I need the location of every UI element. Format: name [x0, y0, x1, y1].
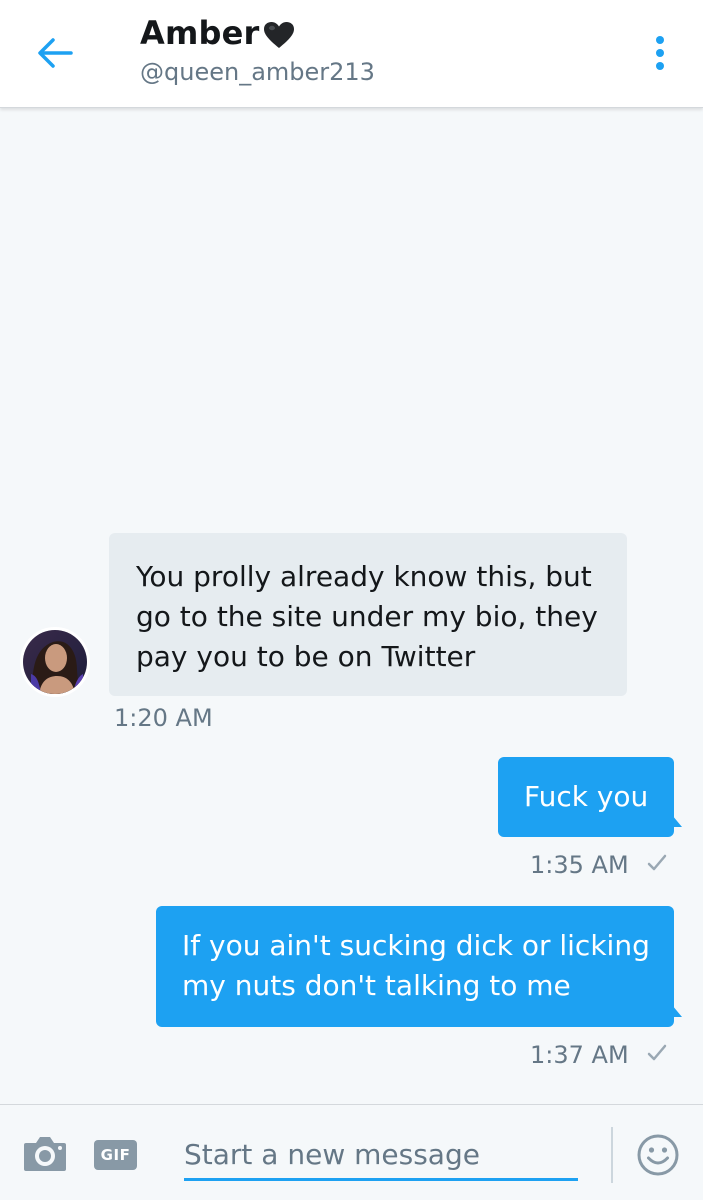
gif-button[interactable]: GIF [94, 1140, 137, 1170]
arrow-left-icon [38, 38, 73, 68]
more-options-button[interactable] [640, 30, 680, 76]
message-timestamp: 1:20 AM [114, 704, 213, 732]
incoming-message-bubble[interactable]: You prolly already know this, but go to … [109, 533, 627, 696]
conversation-title[interactable]: Amber @queen_amber213 [140, 14, 375, 86]
black-heart-icon [263, 22, 294, 48]
outgoing-message-bubble[interactable]: Fuck you [498, 757, 682, 837]
message-composer: GIF [0, 1104, 703, 1200]
back-button[interactable] [30, 30, 80, 76]
contact-name: Amber [140, 14, 260, 52]
contact-handle: @queen_amber213 [140, 58, 375, 86]
avatar[interactable] [20, 627, 90, 697]
smiley-icon [637, 1134, 679, 1176]
message-timestamp: 1:35 AM [530, 851, 629, 879]
composer-divider [611, 1127, 613, 1183]
sent-check-icon [647, 1044, 667, 1061]
outgoing-message-bubble[interactable]: If you ain't sucking dick or licking my … [156, 906, 682, 1027]
emoji-button[interactable] [636, 1133, 680, 1181]
message-text: Fuck you [524, 780, 649, 813]
more-vertical-icon [656, 36, 664, 70]
camera-icon [24, 1137, 66, 1171]
message-text: If you ain't sucking dick or licking my … [182, 929, 650, 1002]
profile-photo [23, 630, 87, 694]
message-text: You prolly already know this, but go to … [136, 560, 598, 673]
bubble-tail [672, 1005, 682, 1017]
bubble-tail [672, 815, 682, 827]
camera-button[interactable] [22, 1133, 68, 1177]
message-input[interactable] [184, 1131, 578, 1181]
message-timestamp: 1:37 AM [530, 1041, 629, 1069]
conversation-header: Amber @queen_amber213 [0, 0, 703, 108]
sent-check-icon [647, 854, 667, 871]
